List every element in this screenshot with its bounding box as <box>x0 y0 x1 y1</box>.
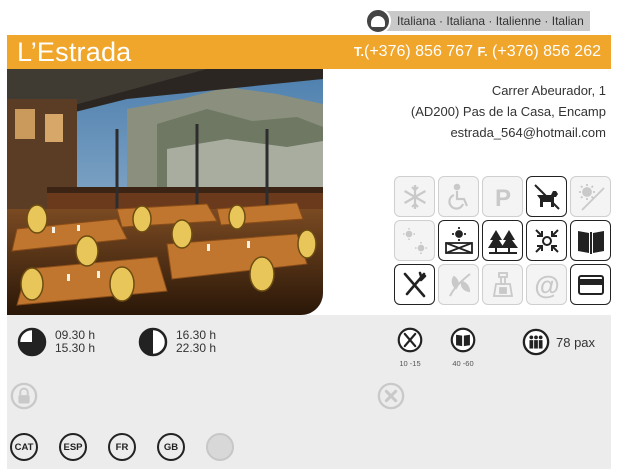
chef-hat-icon <box>365 8 391 34</box>
language-fr: FR <box>108 433 136 461</box>
central-location-icon <box>526 220 567 261</box>
close-time: 15.30 h <box>55 341 96 355</box>
restaurant-header: L’Estrada T.(+376) 856 767 F. (+376) 856… <box>7 35 611 69</box>
menu-book-icon <box>570 220 611 261</box>
info-panel: 09.30 h 15.30 h 16.30 h 22.30 h 10 -15 4… <box>7 315 611 469</box>
parking-icon: P <box>482 176 523 217</box>
postal-address: (AD200) Pas de la Casa, Encamp <box>410 104 606 119</box>
menu-price-range: 10 -15 <box>399 359 421 368</box>
languages: CAT ESP FR GB <box>10 433 255 461</box>
restaurant-name: L’Estrada <box>17 36 132 67</box>
menu-price-icon <box>397 327 423 353</box>
menu-price: 10 -15 <box>390 327 430 368</box>
clock-icon <box>17 327 47 357</box>
amenities-grid: P @ <box>394 176 611 305</box>
cuisine-tag: Italiana · Italiana · Italienne · Italia… <box>365 8 590 34</box>
address-block: Carrer Abeurador, 1 (AD200) Pas de la Ca… <box>411 80 606 143</box>
closed-day-icon <box>377 382 405 410</box>
terrace-icon <box>438 220 479 261</box>
language-esp: ESP <box>59 433 87 461</box>
svg-text:P: P <box>494 185 510 212</box>
phone-prefix: T. <box>353 44 364 59</box>
email-link[interactable]: estrada_564@hotmail.com <box>411 122 606 143</box>
fax-prefix: F. <box>477 44 488 59</box>
wheelchair-access-icon <box>438 176 479 217</box>
takeaway-icon <box>482 264 523 305</box>
svg-text:@: @ <box>534 270 559 300</box>
capacity: 78 pax <box>522 328 595 356</box>
street-address: Carrer Abeurador, 1 <box>491 83 606 98</box>
mountain-view-icon <box>482 220 523 261</box>
pets-allowed-icon <box>526 176 567 217</box>
language-cat: CAT <box>10 433 38 461</box>
restaurant-photo <box>7 69 323 315</box>
a-la-carte-price-icon <box>450 327 476 353</box>
cuisine-label: Italiana · Italiana · Italienne · Italia… <box>385 11 590 31</box>
language-gb: GB <box>157 433 185 461</box>
a-la-carte-price: 40 -60 <box>443 327 483 368</box>
vegetarian-icon <box>438 264 479 305</box>
no-smoking-terrace-icon <box>570 176 611 217</box>
speech-bubble-icon <box>206 433 234 461</box>
contact-numbers: T.(+376) 856 767 F. (+376) 856 262 <box>354 43 601 61</box>
opening-hours-2: 16.30 h 22.30 h <box>138 327 216 357</box>
close-time: 22.30 h <box>176 341 217 355</box>
air-conditioning-icon <box>394 176 435 217</box>
credit-card-icon <box>570 264 611 305</box>
clock-icon <box>138 327 168 357</box>
fax-number: (+376) 856 262 <box>492 43 601 60</box>
people-icon <box>522 328 550 356</box>
a-la-carte-price-range: 40 -60 <box>452 359 474 368</box>
capacity-value: 78 pax <box>556 334 596 350</box>
lock-icon <box>10 382 38 410</box>
sun-terrace-icon <box>394 220 435 261</box>
opening-hours-1: 09.30 h 15.30 h <box>17 327 95 357</box>
email-icon: @ <box>526 264 567 305</box>
phone-number[interactable]: (+376) 856 767 <box>364 43 473 60</box>
restaurant-icon <box>394 264 435 305</box>
